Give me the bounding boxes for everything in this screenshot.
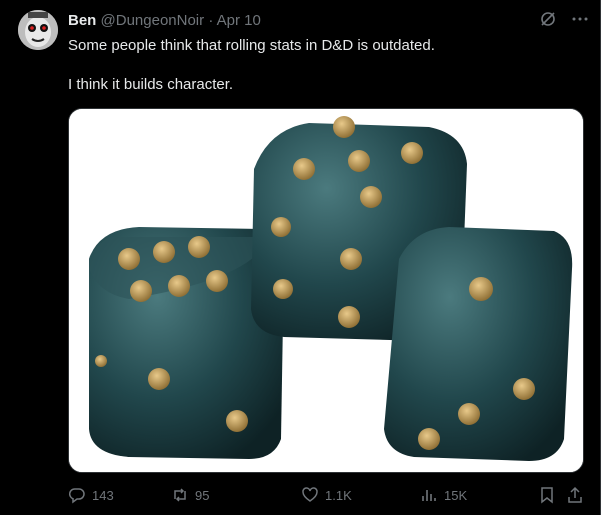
tweet-header: Ben @DungeonNoir · Apr 10 [68, 12, 589, 32]
reply-icon [68, 486, 86, 504]
like-button[interactable]: 1.1K [301, 486, 352, 504]
bookmark-button[interactable] [538, 486, 556, 504]
views-icon [420, 486, 438, 504]
post-image[interactable] [68, 108, 584, 473]
repost-button[interactable]: 95 [171, 486, 209, 504]
tweet[interactable]: Ben @DungeonNoir · Apr 10 Some people th… [0, 0, 601, 515]
share-button[interactable] [566, 486, 584, 504]
views-button[interactable]: 15K [420, 486, 467, 504]
post-line-1: Some people think that rolling stats in … [68, 37, 435, 54]
post-line-2: I think it builds character. [68, 76, 234, 93]
action-bar: 143 95 1.1K 15K [68, 486, 584, 506]
separator: · [208, 12, 214, 29]
author-handle[interactable]: @DungeonNoir [101, 12, 205, 29]
author-name[interactable]: Ben [68, 12, 96, 29]
reply-button[interactable]: 143 [68, 486, 114, 504]
heart-icon [301, 486, 319, 504]
repost-count: 95 [195, 487, 210, 503]
like-count: 1.1K [325, 487, 352, 503]
grok-icon[interactable] [539, 10, 557, 32]
views-count: 15K [444, 487, 468, 503]
share-icon [566, 486, 584, 504]
repost-icon [171, 486, 189, 504]
bookmark-icon [538, 486, 556, 504]
avatar[interactable] [18, 10, 58, 50]
post-date[interactable]: Apr 10 [217, 12, 261, 29]
reply-count: 143 [92, 487, 114, 503]
dice-photo-icon [69, 109, 583, 472]
post-text: Some people think that rolling stats in … [68, 36, 435, 95]
more-icon[interactable] [571, 10, 589, 32]
die-right [384, 227, 573, 461]
